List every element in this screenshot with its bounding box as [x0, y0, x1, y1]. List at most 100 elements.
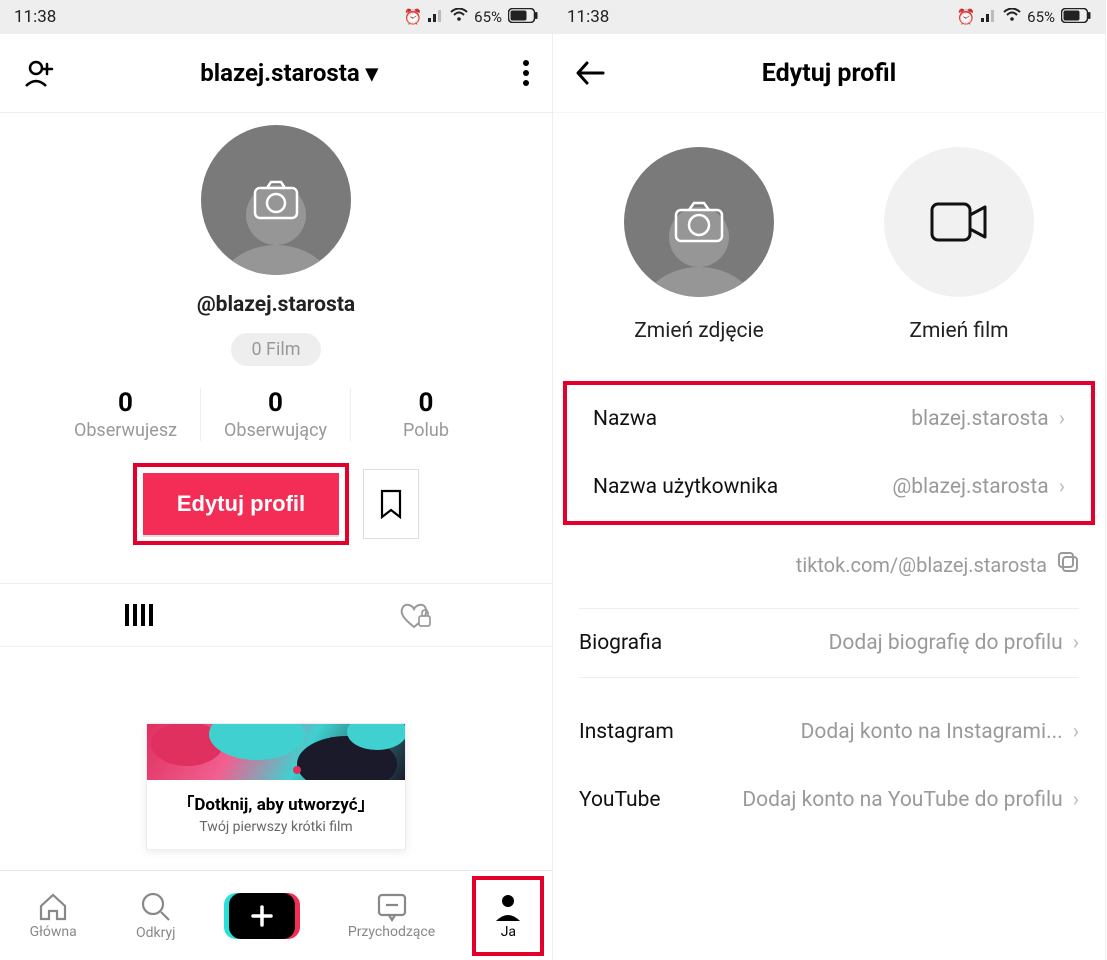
row-username[interactable]: Nazwa użytkownika @blazej.starosta ›	[567, 453, 1091, 521]
battery-percent: 65%	[474, 8, 502, 26]
chevron-right-icon: ›	[1059, 475, 1065, 499]
highlight-name-rows: Nazwa blazej.starosta › Nazwa użytkownik…	[563, 381, 1095, 525]
alarm-icon: ⏰	[956, 8, 975, 26]
wifi-icon	[1003, 8, 1021, 26]
profile-area: @blazej.starosta 0 Film 0 Obserwujesz 0 …	[0, 113, 552, 545]
status-bar: 11:38 ⏰ 65%	[553, 0, 1105, 34]
settings-list: Nazwa blazej.starosta › Nazwa użytkownik…	[553, 381, 1105, 834]
media-row: Zmień zdjęcie Zmień film	[553, 147, 1105, 343]
change-photo[interactable]: Zmień zdjęcie	[624, 147, 774, 343]
row-youtube-value: Dodaj konto na YouTube do profilu	[742, 788, 1062, 812]
battery-icon	[1061, 8, 1091, 27]
wifi-icon	[450, 8, 468, 26]
profile-url-text: tiktok.com/@blazej.starosta	[796, 553, 1047, 577]
battery-icon	[508, 8, 538, 27]
nav-me[interactable]: Ja	[488, 888, 528, 944]
stat-followers-count: 0	[207, 388, 344, 418]
inbox-icon	[376, 892, 408, 922]
nav-me-label: Ja	[501, 924, 516, 940]
tab-posts-grid[interactable]	[0, 584, 276, 646]
nav-discover[interactable]: Odkryj	[130, 887, 181, 945]
stat-likes-label: Polub	[357, 420, 495, 441]
stat-following[interactable]: 0 Obserwujesz	[51, 388, 201, 441]
chevron-right-icon: ›	[1059, 407, 1065, 431]
chevron-right-icon: ›	[1073, 720, 1079, 744]
more-options-icon[interactable]	[522, 59, 530, 87]
nav-inbox-label: Przychodzące	[348, 924, 435, 940]
row-bio-value: Dodaj biografię do profilu	[829, 631, 1063, 655]
highlight-edit-button: Edytuj profil	[133, 463, 349, 545]
stat-following-label: Obserwujesz	[57, 420, 194, 441]
video-icon	[929, 201, 989, 243]
stat-following-count: 0	[57, 388, 194, 418]
stats-row: 0 Obserwujesz 0 Obserwujący 0 Polub	[51, 388, 501, 441]
profile-handle: @blazej.starosta	[197, 293, 355, 317]
nav-discover-label: Odkryj	[136, 925, 175, 941]
arrow-left-icon	[575, 60, 605, 86]
row-name-value: blazej.starosta	[911, 407, 1048, 431]
status-bar: 11:38 ⏰ 65%	[0, 0, 552, 34]
stat-likes-count: 0	[357, 388, 495, 418]
signal-icon	[981, 8, 997, 26]
nav-home-label: Główna	[30, 924, 77, 940]
plus-icon	[249, 903, 275, 929]
status-time: 11:38	[567, 7, 609, 27]
photo-circle	[624, 147, 774, 297]
battery-percent: 65%	[1027, 8, 1055, 26]
tab-liked-locked[interactable]	[276, 584, 552, 646]
camera-icon	[673, 200, 725, 244]
search-icon	[140, 891, 172, 923]
row-youtube-key: YouTube	[579, 788, 661, 812]
signal-icon	[428, 8, 444, 26]
edit-title: Edytuj profil	[762, 59, 897, 88]
alarm-icon: ⏰	[403, 8, 422, 26]
change-video-label: Zmień film	[909, 319, 1008, 343]
profile-avatar[interactable]	[201, 125, 351, 275]
content-tabs	[0, 583, 552, 647]
copy-icon	[1057, 551, 1079, 578]
edit-header: Edytuj profil	[553, 34, 1105, 113]
chevron-right-icon: ›	[1073, 788, 1079, 812]
heart-lock-icon	[397, 600, 431, 630]
stat-followers[interactable]: 0 Obserwujący	[201, 388, 351, 441]
add-friends-icon[interactable]	[22, 56, 56, 90]
row-instagram-value: Dodaj konto na Instagrami...	[801, 720, 1063, 744]
row-youtube[interactable]: YouTube Dodaj konto na YouTube do profil…	[553, 766, 1105, 834]
profile-url-row[interactable]: tiktok.com/@blazej.starosta	[553, 525, 1105, 608]
change-video[interactable]: Zmień film	[884, 147, 1034, 343]
create-first-video-prompt[interactable]: 「Dotknij, aby utworzyć」 Twój pierwszy kr…	[146, 723, 406, 850]
bookmark-icon	[379, 489, 403, 519]
video-circle	[884, 147, 1034, 297]
row-name-key: Nazwa	[593, 407, 657, 431]
row-instagram[interactable]: Instagram Dodaj konto na Instagrami... ›	[553, 698, 1105, 766]
stat-likes[interactable]: 0 Polub	[351, 388, 501, 441]
nav-create-button[interactable]	[229, 893, 295, 939]
back-button[interactable]	[575, 60, 605, 86]
prompt-title: 「Dotknij, aby utworzyć」	[147, 790, 405, 815]
row-username-key: Nazwa użytkownika	[593, 475, 778, 499]
edit-row: Edytuj profil	[133, 463, 419, 545]
videos-count-pill[interactable]: 0 Film	[231, 333, 320, 366]
status-right: ⏰ 65%	[956, 8, 1091, 27]
row-instagram-key: Instagram	[579, 720, 674, 744]
status-time: 11:38	[14, 7, 56, 27]
username-text: blazej.starosta	[200, 59, 359, 87]
row-name[interactable]: Nazwa blazej.starosta ›	[567, 385, 1091, 453]
profile-screen: 11:38 ⏰ 65% blazej.starosta ▾	[0, 0, 553, 960]
username-dropdown[interactable]: blazej.starosta ▾	[200, 59, 378, 87]
chevron-right-icon: ›	[1073, 631, 1079, 655]
row-bio[interactable]: Biografia Dodaj biografię do profilu ›	[553, 609, 1105, 677]
prompt-subtitle: Twój pierwszy krótki film	[147, 819, 405, 835]
bottom-nav: Główna Odkryj Przychodzące Ja	[0, 870, 552, 960]
grid-icon	[123, 602, 153, 628]
bookmark-button[interactable]	[363, 469, 419, 539]
camera-icon	[253, 180, 299, 220]
nav-home[interactable]: Główna	[24, 888, 83, 944]
row-bio-key: Biografia	[579, 631, 662, 655]
edit-profile-button[interactable]: Edytuj profil	[143, 473, 339, 535]
edit-profile-screen: 11:38 ⏰ 65% Edytuj profil	[553, 0, 1106, 960]
person-icon	[494, 892, 522, 922]
stat-followers-label: Obserwujący	[207, 420, 344, 441]
row-username-value: @blazej.starosta	[892, 475, 1048, 499]
nav-inbox[interactable]: Przychodzące	[342, 888, 441, 944]
